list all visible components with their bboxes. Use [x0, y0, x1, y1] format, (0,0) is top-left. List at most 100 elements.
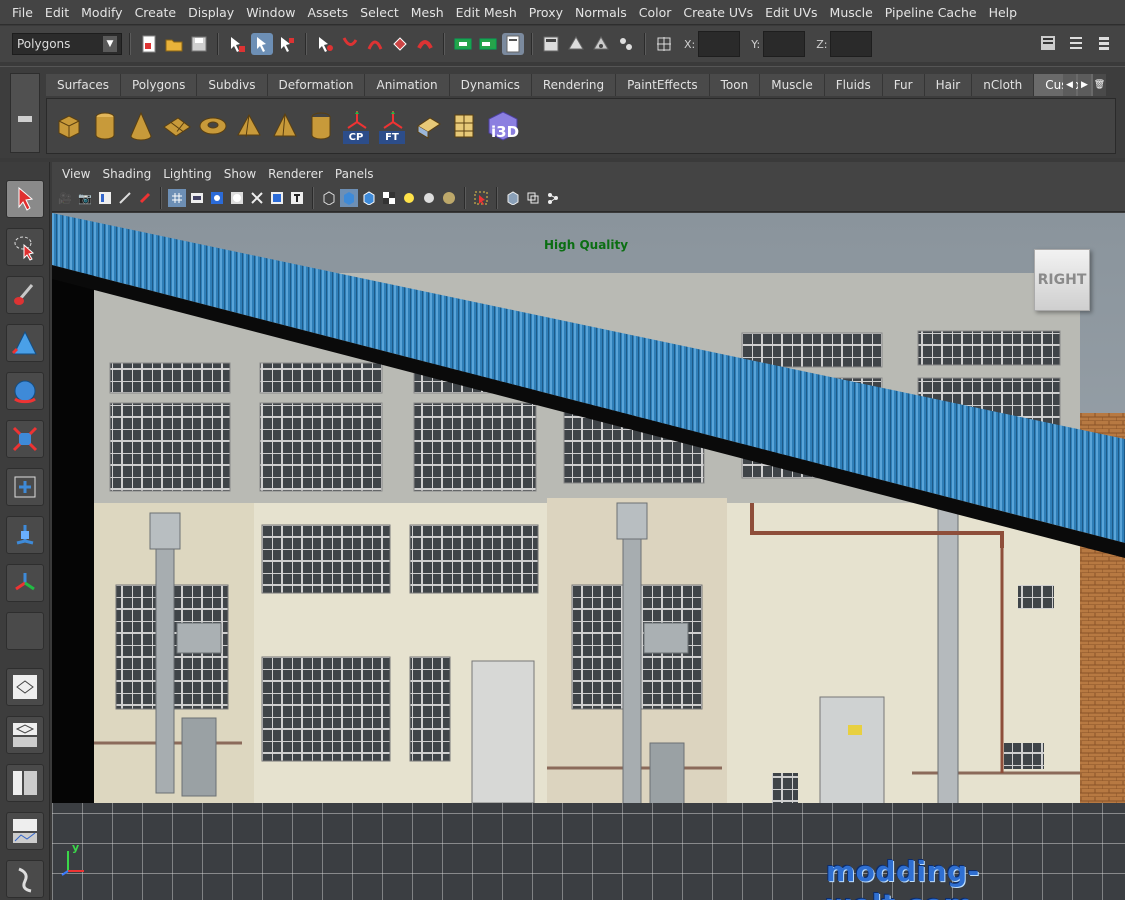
xray-components-icon[interactable] [544, 189, 562, 207]
last-tool-button[interactable] [6, 612, 44, 650]
menu-muscle[interactable]: Muscle [824, 5, 879, 20]
safe-title-icon[interactable] [288, 189, 306, 207]
single-perspective-layout-button[interactable] [6, 668, 44, 706]
smooth-shade-icon[interactable] [340, 189, 358, 207]
select-surfaces-icon[interactable] [389, 33, 411, 55]
panel-menu-show[interactable]: Show [218, 167, 262, 181]
poly-prism-icon[interactable] [233, 108, 265, 144]
x-field[interactable] [698, 31, 741, 57]
construction-history-icon[interactable] [502, 33, 524, 55]
gate-mask-icon[interactable] [228, 189, 246, 207]
menu-normals[interactable]: Normals [569, 5, 633, 20]
poly-cone-icon[interactable] [125, 108, 157, 144]
scale-tool-button[interactable] [6, 420, 44, 458]
soft-mod-tool-button[interactable] [6, 516, 44, 554]
show-manipulator-button[interactable] [6, 564, 44, 602]
wireframe-icon[interactable] [320, 189, 338, 207]
tab-painteffects[interactable]: PaintEffects [616, 74, 710, 96]
outliner-layout-button[interactable] [6, 764, 44, 802]
use-all-lights-icon[interactable] [400, 189, 418, 207]
menu-mesh[interactable]: Mesh [405, 5, 450, 20]
menu-edit[interactable]: Edit [39, 5, 75, 20]
viewcube[interactable]: RIGHT [1034, 249, 1090, 311]
panel-menu-shading[interactable]: Shading [96, 167, 157, 181]
snap-icon[interactable] [653, 33, 675, 55]
attribute-editor-icon[interactable] [1037, 32, 1059, 54]
tab-fluids[interactable]: Fluids [824, 74, 883, 96]
panel-menu-panels[interactable]: Panels [329, 167, 380, 181]
select-by-hierarchy-icon[interactable] [226, 33, 248, 55]
menu-help[interactable]: Help [983, 5, 1024, 20]
tool-settings-icon[interactable] [1065, 32, 1087, 54]
ipr-render-icon[interactable] [590, 33, 612, 55]
uv-tool-icon[interactable] [413, 108, 445, 144]
paint-select-button[interactable] [6, 276, 44, 314]
poly-torus-icon[interactable] [197, 108, 229, 144]
menu-file[interactable]: File [6, 5, 39, 20]
cp-script-icon[interactable]: CP [341, 108, 373, 144]
panel-menu-lighting[interactable]: Lighting [157, 167, 218, 181]
menu-select[interactable]: Select [354, 5, 405, 20]
tab-muscle[interactable]: Muscle [760, 74, 825, 96]
select-tool-button[interactable] [6, 180, 44, 218]
menu-set-selector[interactable]: Polygons ▼ [12, 33, 122, 55]
menu-create-uvs[interactable]: Create UVs [677, 5, 759, 20]
menu-edit-mesh[interactable]: Edit Mesh [450, 5, 523, 20]
tab-hair[interactable]: Hair [924, 74, 973, 96]
rotate-tool-button[interactable] [6, 372, 44, 410]
save-scene-icon[interactable] [188, 33, 210, 55]
menu-edit-uvs[interactable]: Edit UVs [759, 5, 823, 20]
field-chart-icon[interactable] [248, 189, 266, 207]
tab-deformation[interactable]: Deformation [267, 74, 366, 96]
wireframe-on-shaded-icon[interactable] [360, 189, 378, 207]
trash-icon[interactable]: 🗑 [1093, 74, 1106, 96]
tab-animation[interactable]: Animation [365, 74, 450, 96]
shelf-menu-handle[interactable] [10, 73, 40, 153]
select-camera-icon[interactable]: 🎥 [56, 189, 74, 207]
four-view-layout-button[interactable] [6, 716, 44, 754]
render-current-frame-icon[interactable] [565, 33, 587, 55]
isolate-select-icon[interactable] [472, 189, 490, 207]
poly-pipe-icon[interactable] [305, 108, 337, 144]
safe-action-icon[interactable] [268, 189, 286, 207]
uv-layout-icon[interactable] [449, 108, 481, 144]
screen-space-ao-icon[interactable] [440, 189, 458, 207]
tab-dynamics[interactable]: Dynamics [449, 74, 532, 96]
open-scene-icon[interactable] [163, 33, 185, 55]
render-view-icon[interactable] [540, 33, 562, 55]
z-field[interactable] [830, 31, 873, 57]
panel-menu-view[interactable]: View [56, 167, 96, 181]
film-gate-icon[interactable] [188, 189, 206, 207]
panel-menu-renderer[interactable]: Renderer [262, 167, 329, 181]
hypershade-layout-button[interactable] [6, 860, 44, 898]
select-joints-icon[interactable] [339, 33, 361, 55]
poly-plane-icon[interactable] [161, 108, 193, 144]
textured-icon[interactable] [380, 189, 398, 207]
tab-surfaces[interactable]: Surfaces [46, 74, 121, 96]
move-tool-button[interactable] [6, 324, 44, 362]
poly-cylinder-icon[interactable] [89, 108, 121, 144]
tab-toon[interactable]: Toon [709, 74, 761, 96]
select-by-object-icon[interactable] [251, 33, 273, 55]
bookmarks-icon[interactable] [96, 189, 114, 207]
select-curves-icon[interactable] [364, 33, 386, 55]
xray-joints-icon[interactable] [524, 189, 542, 207]
lasso-tool-button[interactable] [6, 228, 44, 266]
select-handles-icon[interactable] [314, 33, 336, 55]
i3d-export-icon[interactable]: i3D [485, 108, 521, 144]
menu-proxy[interactable]: Proxy [523, 5, 569, 20]
menu-assets[interactable]: Assets [301, 5, 354, 20]
tab-ncloth[interactable]: nCloth [972, 74, 1035, 96]
grease-pencil-icon[interactable] [136, 189, 154, 207]
resolution-gate-icon[interactable] [208, 189, 226, 207]
menu-pipeline-cache[interactable]: Pipeline Cache [879, 5, 983, 20]
new-scene-icon[interactable] [138, 33, 160, 55]
viewport-3d[interactable]: High Quality RIGHT y modding-welt.com [52, 213, 1125, 900]
graph-layout-button[interactable] [6, 812, 44, 850]
grid-toggle-icon[interactable] [168, 189, 186, 207]
output-ops-icon[interactable] [477, 33, 499, 55]
menu-display[interactable]: Display [182, 5, 240, 20]
tab-left-arrow-icon[interactable]: ◀ [1063, 74, 1076, 96]
input-ops-icon[interactable] [452, 33, 474, 55]
render-settings-icon[interactable] [615, 33, 637, 55]
